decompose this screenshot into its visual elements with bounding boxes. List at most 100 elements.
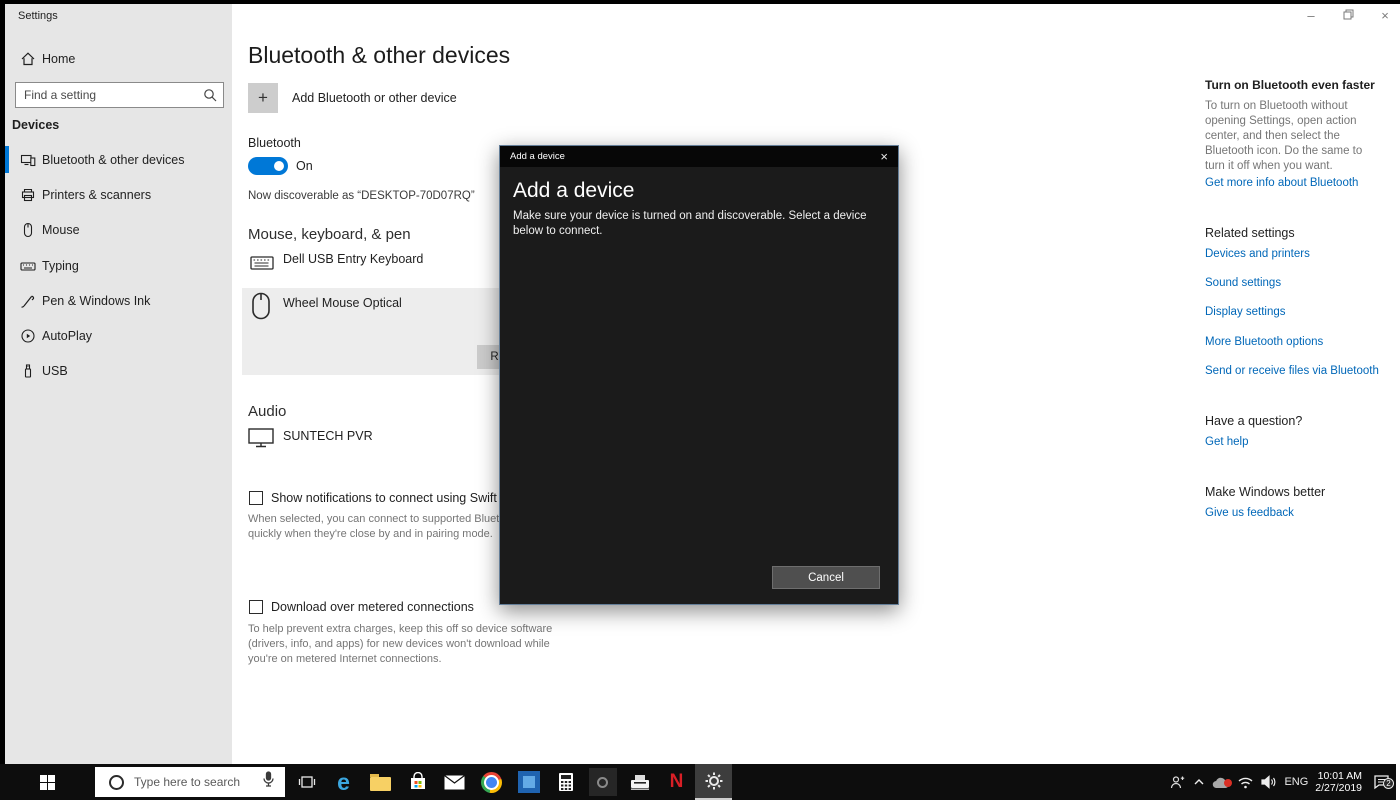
- sidebar-item-label: Printers & scanners: [42, 188, 152, 202]
- windows-logo-icon: [39, 774, 55, 790]
- sidebar-item-bluetooth[interactable]: Bluetooth & other devices: [5, 145, 232, 175]
- swift-pair-checkbox[interactable]: [249, 491, 263, 505]
- tip-body: To turn on Bluetooth without opening Set…: [1205, 100, 1363, 172]
- discoverable-text: Now discoverable as “DESKTOP-70D07RQ”: [248, 190, 475, 202]
- metered-label[interactable]: Download over metered connections: [271, 600, 474, 614]
- camera-app-icon: [588, 768, 617, 796]
- screen-edge-artifact: [1396, 764, 1400, 800]
- sidebar-item-label: Typing: [42, 259, 79, 273]
- add-device-dialog: Add a device × Add a device Make sure yo…: [499, 145, 899, 605]
- dialog-titlebar: Add a device ×: [500, 146, 898, 167]
- sidebar-section-label: Devices: [12, 118, 60, 132]
- start-button[interactable]: [32, 764, 62, 800]
- wifi-icon[interactable]: [1237, 776, 1254, 789]
- restore-button[interactable]: [1337, 8, 1359, 26]
- taskbar-app-calculator[interactable]: [547, 764, 584, 800]
- autoplay-icon: [20, 328, 36, 344]
- mail-icon: [444, 774, 465, 789]
- sidebar-item-printers[interactable]: Printers & scanners: [5, 180, 232, 210]
- get-help-link[interactable]: Get help: [1205, 436, 1248, 448]
- clock[interactable]: 10:01 AM 2/27/2019: [1315, 770, 1362, 794]
- toggle-knob: [274, 161, 284, 171]
- taskbar-app-chrome[interactable]: [473, 764, 510, 800]
- sidebar-item-label: Mouse: [42, 223, 80, 237]
- settings-gear-icon: [705, 772, 722, 790]
- taskbar-app-edge[interactable]: e: [325, 764, 362, 800]
- taskbar: Type here to search e N ENG 10:01 AM 2/2…: [0, 764, 1396, 800]
- bluetooth-toggle[interactable]: [248, 157, 288, 175]
- metered-checkbox[interactable]: [249, 600, 263, 614]
- sidebar-item-mouse[interactable]: Mouse: [5, 215, 232, 245]
- tip-title: Turn on Bluetooth even faster: [1205, 78, 1375, 92]
- keyboard-icon: [20, 258, 36, 274]
- photos-icon: [517, 771, 540, 793]
- taskbar-search[interactable]: Type here to search: [95, 767, 285, 797]
- action-center-button[interactable]: 2: [1373, 774, 1394, 790]
- home-icon: [20, 51, 36, 67]
- taskbar-app-store[interactable]: [399, 764, 436, 800]
- display-settings-link[interactable]: Display settings: [1205, 306, 1286, 318]
- sidebar-item-autoplay[interactable]: AutoPlay: [5, 321, 232, 351]
- bluetooth-info-link[interactable]: Get more info about Bluetooth: [1205, 177, 1385, 189]
- monitor-device-icon: [248, 428, 274, 453]
- send-receive-files-link[interactable]: Send or receive files via Bluetooth: [1205, 365, 1379, 377]
- sidebar-item-home[interactable]: Home: [5, 44, 232, 74]
- metered-description: To help prevent extra charges, keep this…: [248, 623, 553, 665]
- more-bluetooth-options-link[interactable]: More Bluetooth options: [1205, 336, 1323, 348]
- close-button[interactable]: ×: [1374, 8, 1396, 26]
- tray-chevron-up-icon[interactable]: [1193, 777, 1205, 787]
- dialog-body-text: Make sure your device is turned on and d…: [513, 210, 867, 237]
- file-explorer-icon: [370, 773, 391, 791]
- usb-icon: [20, 363, 36, 379]
- related-settings-title: Related settings: [1205, 226, 1295, 240]
- notification-badge: 2: [1383, 778, 1394, 789]
- people-icon[interactable]: [1170, 775, 1186, 789]
- taskbar-app-settings[interactable]: [695, 764, 732, 800]
- taskbar-app-scanner[interactable]: [621, 764, 658, 800]
- sidebar-item-label: AutoPlay: [42, 329, 93, 343]
- device-name[interactable]: SUNTECH PVR: [283, 429, 373, 443]
- restore-icon: [1343, 9, 1353, 20]
- task-view-icon: [298, 776, 315, 788]
- sidebar-home-label: Home: [42, 52, 76, 66]
- search-input[interactable]: [15, 82, 224, 108]
- audio-section-title: Audio: [248, 403, 287, 420]
- devices-printers-link[interactable]: Devices and printers: [1205, 248, 1310, 260]
- device-name[interactable]: Dell USB Entry Keyboard: [283, 252, 423, 266]
- cancel-button[interactable]: Cancel: [772, 566, 880, 589]
- add-device-button[interactable]: +: [248, 83, 278, 113]
- taskbar-app-camera[interactable]: [584, 764, 621, 800]
- mouse-icon: [20, 222, 36, 238]
- volume-icon[interactable]: [1261, 775, 1277, 789]
- toggle-state-label: On: [296, 159, 313, 173]
- sidebar-item-label: Pen & Windows Ink: [42, 294, 151, 308]
- taskbar-app-mail[interactable]: [436, 764, 473, 800]
- microphone-icon[interactable]: [262, 771, 275, 793]
- minimize-button[interactable]: –: [1300, 8, 1322, 26]
- pen-icon: [20, 293, 36, 309]
- add-device-label[interactable]: Add Bluetooth or other device: [292, 91, 457, 105]
- dialog-close-icon[interactable]: ×: [880, 150, 888, 163]
- sidebar-item-pen[interactable]: Pen & Windows Ink: [5, 286, 232, 316]
- language-indicator[interactable]: ENG: [1284, 776, 1308, 788]
- sidebar-item-typing[interactable]: Typing: [5, 251, 232, 281]
- feedback-link[interactable]: Give us feedback: [1205, 507, 1294, 519]
- scanner-icon: [630, 775, 649, 790]
- taskbar-app-file-explorer[interactable]: [362, 764, 399, 800]
- swift-pair-label[interactable]: Show notifications to connect using Swif…: [271, 491, 523, 505]
- better-title: Make Windows better: [1205, 485, 1326, 499]
- sound-settings-link[interactable]: Sound settings: [1205, 277, 1281, 289]
- sidebar-item-label: USB: [42, 364, 68, 378]
- taskbar-app-netflix[interactable]: N: [658, 764, 695, 800]
- edge-icon: e: [337, 768, 350, 795]
- taskbar-app-photos[interactable]: [510, 764, 547, 800]
- keyboard-device-icon: [250, 254, 274, 276]
- dialog-titlebar-text: Add a device: [510, 151, 565, 162]
- question-title: Have a question?: [1205, 414, 1303, 428]
- search-icon[interactable]: [203, 88, 217, 107]
- desktop-screen: – × Settings Home Devices Bluetooth & ot…: [0, 0, 1400, 800]
- onedrive-icon[interactable]: [1212, 776, 1233, 789]
- task-view-button[interactable]: [288, 764, 325, 800]
- device-name[interactable]: Wheel Mouse Optical: [283, 296, 402, 310]
- sidebar-item-usb[interactable]: USB: [5, 356, 232, 386]
